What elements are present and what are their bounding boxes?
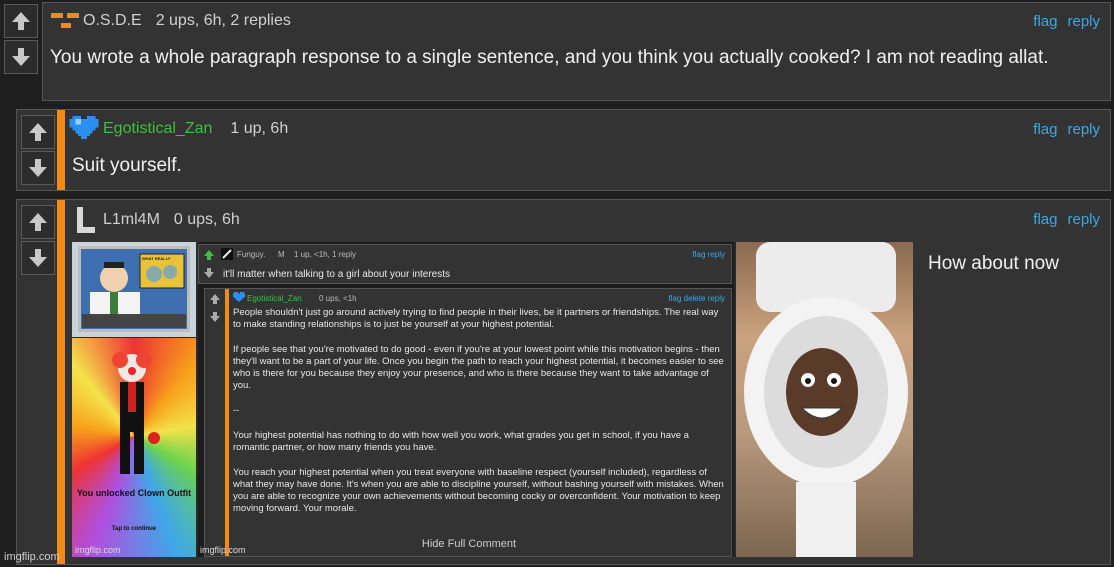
inner-paragraph: People shouldn't just go around actively… xyxy=(233,307,719,330)
comment-meta: 1 up, 6h xyxy=(230,120,289,137)
thread-bar xyxy=(57,200,65,564)
flag-link[interactable]: flag xyxy=(1033,13,1057,30)
letter-l-icon xyxy=(77,207,95,233)
clown-figure-icon xyxy=(112,352,160,474)
inner-reply: reply xyxy=(707,294,725,303)
clown-panel: You unlocked Clown Outfit Tap to continu… xyxy=(72,338,196,557)
upvote-button[interactable] xyxy=(21,205,55,239)
vote-column xyxy=(19,203,57,277)
toilet-head-icon xyxy=(744,242,908,557)
comment-meta: 0 ups, 6h xyxy=(173,211,240,228)
flag-link[interactable]: flag xyxy=(1033,211,1057,228)
comment-text: You wrote a whole paragraph response to … xyxy=(50,47,1049,68)
username[interactable]: Egotistical_Zan xyxy=(103,120,212,138)
inner-body: People shouldn't just go around actively… xyxy=(233,307,727,515)
inner-delete: delete xyxy=(683,294,706,303)
inner-actions: flag reply xyxy=(693,250,725,259)
inner-reply: reply xyxy=(707,250,725,259)
up-arrow-icon xyxy=(204,250,214,260)
inner-meta: 0 ups, <1h xyxy=(319,294,357,303)
thread-bar xyxy=(225,289,229,556)
upvote-button[interactable] xyxy=(21,115,55,149)
comment-meta: 2 ups, 6h, 2 replies xyxy=(155,12,291,29)
down-arrow-icon xyxy=(29,159,47,177)
inner-comment-2: Egotistical_Zan 0 ups, <1h flag delete r… xyxy=(204,288,732,557)
username[interactable]: O.S.D.E xyxy=(83,12,142,30)
flag-link[interactable]: flag xyxy=(1033,121,1057,138)
up-arrow-icon xyxy=(29,123,47,141)
downvote-button[interactable] xyxy=(21,151,55,185)
username[interactable]: L1ml4M xyxy=(103,211,160,229)
inner-paragraph: If people see that you're motivated to d… xyxy=(233,344,724,391)
inner-paragraph: You reach your highest potential when yo… xyxy=(233,467,724,514)
down-arrow-icon xyxy=(204,268,214,278)
toilet-panel xyxy=(736,242,913,557)
reply-link[interactable]: reply xyxy=(1067,13,1100,30)
inner-flag: flag xyxy=(692,250,706,259)
clown-unlock-text: You unlocked Clown Outfit xyxy=(76,488,192,498)
pixel-heart-icon xyxy=(69,116,99,140)
footer-watermark: imgflip.com xyxy=(4,551,60,563)
slash-avatar-icon xyxy=(221,248,233,260)
inner-badge: M xyxy=(278,250,285,259)
inner-paragraph: -- xyxy=(233,405,240,416)
reply-link[interactable]: reply xyxy=(1067,121,1100,138)
upvote-button[interactable] xyxy=(4,4,38,38)
watermark: imgflip.com xyxy=(200,545,246,555)
downvote-button[interactable] xyxy=(21,241,55,275)
news-anchor-panel: WHAT REALLY xyxy=(72,242,196,337)
down-arrow-icon xyxy=(210,312,220,322)
hide-full-comment: Hide Full Comment xyxy=(421,538,517,550)
comment-caption: How about now xyxy=(928,253,1059,274)
thread-bar xyxy=(57,110,65,190)
vote-column xyxy=(19,113,57,187)
vote-column xyxy=(2,2,40,76)
inner-actions: flag delete reply xyxy=(668,294,725,303)
comment-1: O.S.D.E 2 ups, 6h, 2 replies flag reply Y… xyxy=(42,2,1111,101)
reply-link[interactable]: reply xyxy=(1067,211,1100,228)
down-arrow-icon xyxy=(29,249,47,267)
downvote-button[interactable] xyxy=(4,40,38,74)
inner-flag: flag xyxy=(668,294,682,303)
meme-top-caption: WHAT REALLY xyxy=(142,256,171,261)
down-arrow-icon xyxy=(12,48,30,66)
inner-screenshot: Funguy. M 1 up, <1h, 1 reply flag reply … xyxy=(198,242,734,557)
clown-tap-text: Tap to continue xyxy=(111,526,157,532)
inner-paragraph: Your highest potential has nothing to do… xyxy=(233,430,689,453)
inner-comment-1: Funguy. M 1 up, <1h, 1 reply flag reply … xyxy=(198,244,732,284)
inner-text: it'll matter when talking to a girl abou… xyxy=(223,269,451,280)
inner-username: Funguy. xyxy=(237,250,266,259)
up-arrow-icon xyxy=(12,12,30,30)
comment-text: Suit yourself. xyxy=(72,155,182,176)
watermark: imgflip.com xyxy=(75,545,121,555)
pixel-heart-icon xyxy=(233,292,245,302)
orange-face-icon xyxy=(51,13,79,28)
comment-2: Egotistical_Zan 1 up, 6h flag reply Suit … xyxy=(16,109,1111,191)
up-arrow-icon xyxy=(210,294,220,304)
comment-3: L1ml4M 0 ups, 6h flagreply WHAT REALLY xyxy=(16,199,1111,565)
inner-username: Egotistical_Zan xyxy=(247,294,302,303)
inner-meta: 1 up, <1h, 1 reply xyxy=(294,250,357,259)
cartoon-anchor-icon xyxy=(82,253,186,328)
meme-image[interactable]: WHAT REALLY You unlocked Clown Outfit Ta… xyxy=(72,242,913,557)
up-arrow-icon xyxy=(29,213,47,231)
